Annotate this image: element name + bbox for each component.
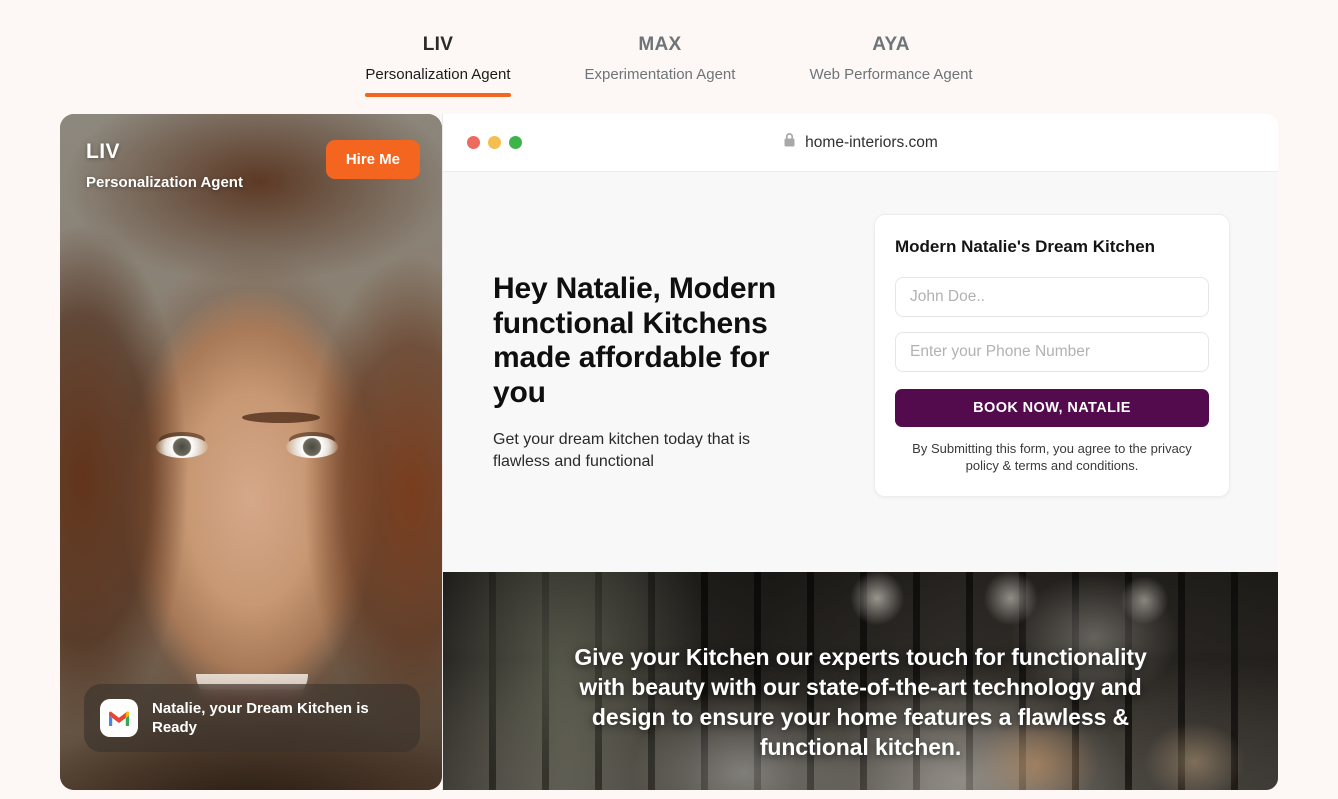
hire-me-button[interactable]: Hire Me (325, 140, 420, 179)
tab-max[interactable]: MAX Experimentation Agent (585, 34, 736, 105)
close-window-icon[interactable] (467, 136, 480, 149)
tab-liv-code: LIV (422, 34, 454, 55)
name-input[interactable] (895, 277, 1209, 317)
stage: LIV Personalization Agent Hire Me Natali… (60, 114, 1278, 795)
portrait-eye-right (286, 436, 338, 458)
address-bar[interactable]: home-interiors.com (443, 132, 1278, 153)
tab-liv-label: Personalization Agent (365, 66, 511, 83)
agent-code-label: LIV (86, 140, 120, 163)
agent-role-label: Personalization Agent (86, 174, 243, 191)
window-traffic-lights (467, 136, 522, 149)
tab-max-label: Experimentation Agent (584, 66, 736, 83)
lock-icon (783, 132, 796, 153)
tab-max-code: MAX (638, 34, 682, 55)
webpage-viewport: Hey Natalie, Modern functional Kitchens … (443, 172, 1278, 790)
book-now-button[interactable]: BOOK NOW, NATALIE (895, 389, 1209, 427)
kitchen-banner: Give your Kitchen our experts touch for … (443, 572, 1278, 790)
url-text: home-interiors.com (805, 133, 938, 151)
agent-tabbar: LIV Personalization Agent MAX Experiment… (0, 0, 1338, 114)
gmail-icon (100, 699, 138, 737)
tab-aya-underline (809, 93, 972, 97)
form-disclaimer: By Submitting this form, you agree to th… (912, 441, 1192, 473)
kitchen-banner-text: Give your Kitchen our experts touch for … (574, 644, 1147, 760)
tab-aya-code: AYA (872, 34, 910, 55)
hero-section: Hey Natalie, Modern functional Kitchens … (443, 172, 1278, 572)
form-title: Modern Natalie's Dream Kitchen (895, 237, 1156, 256)
portrait-eye-left (156, 412, 320, 458)
notification-toast[interactable]: Natalie, your Dream Kitchen is Ready (84, 684, 420, 752)
tab-max-underline (585, 93, 736, 97)
tab-active-underline (365, 93, 511, 97)
hero-headline: Hey Natalie, Modern functional Kitchens … (493, 272, 776, 409)
tab-aya[interactable]: AYA Web Performance Agent (809, 34, 972, 105)
maximize-window-icon[interactable] (509, 136, 522, 149)
browser-toolbar: home-interiors.com (443, 114, 1278, 172)
phone-input[interactable] (895, 332, 1209, 372)
agent-identity: LIV Personalization Agent (86, 140, 243, 191)
booking-form-card: Modern Natalie's Dream Kitchen BOOK NOW,… (874, 214, 1230, 497)
browser-window: home-interiors.com Hey Natalie, Modern f… (442, 114, 1278, 790)
minimize-window-icon[interactable] (488, 136, 501, 149)
portrait-brow-left (242, 412, 320, 423)
agent-card-header: LIV Personalization Agent Hire Me (86, 140, 420, 191)
hero-copy: Hey Natalie, Modern functional Kitchens … (493, 228, 836, 473)
toast-message: Natalie, your Dream Kitchen is Ready (152, 700, 369, 736)
hero-subtext: Get your dream kitchen today that is fla… (493, 431, 751, 470)
tab-liv[interactable]: LIV Personalization Agent (365, 34, 511, 105)
portrait-eyes (60, 412, 442, 496)
tab-aya-label: Web Performance Agent (809, 66, 973, 83)
agent-card: LIV Personalization Agent Hire Me Natali… (60, 114, 442, 790)
